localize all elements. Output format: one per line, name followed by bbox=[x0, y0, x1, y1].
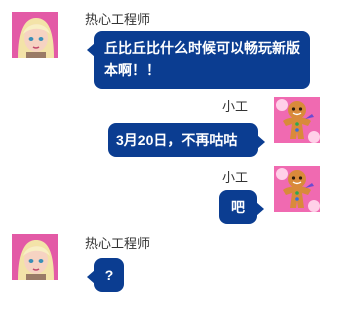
gingerbread-avatar-icon[interactable] bbox=[274, 166, 320, 212]
sender-name: 小工 bbox=[222, 170, 249, 185]
message-bubble[interactable]: 丘比丘比什么时候可以畅玩新版本啊！！ bbox=[87, 31, 310, 89]
girl-avatar-icon[interactable] bbox=[12, 234, 58, 280]
message-text: ? bbox=[104, 267, 114, 283]
gingerbread-avatar-icon[interactable] bbox=[274, 97, 320, 143]
message-bubble[interactable]: 3月20日，不再咕咕 bbox=[108, 123, 265, 157]
message-text: 吧 bbox=[231, 199, 245, 215]
girl-avatar-icon[interactable] bbox=[12, 12, 58, 58]
sender-name: 热心工程师 bbox=[85, 12, 151, 27]
message-text: 3月20日，不再咕咕 bbox=[116, 132, 238, 148]
message-bubble[interactable]: ? bbox=[87, 258, 124, 292]
message-bubble[interactable]: 吧 bbox=[219, 190, 264, 224]
sender-name: 小工 bbox=[222, 99, 249, 114]
message-text: 丘比丘比什么时候可以畅玩新版本啊！！ bbox=[104, 40, 300, 78]
sender-name: 热心工程师 bbox=[85, 236, 151, 251]
